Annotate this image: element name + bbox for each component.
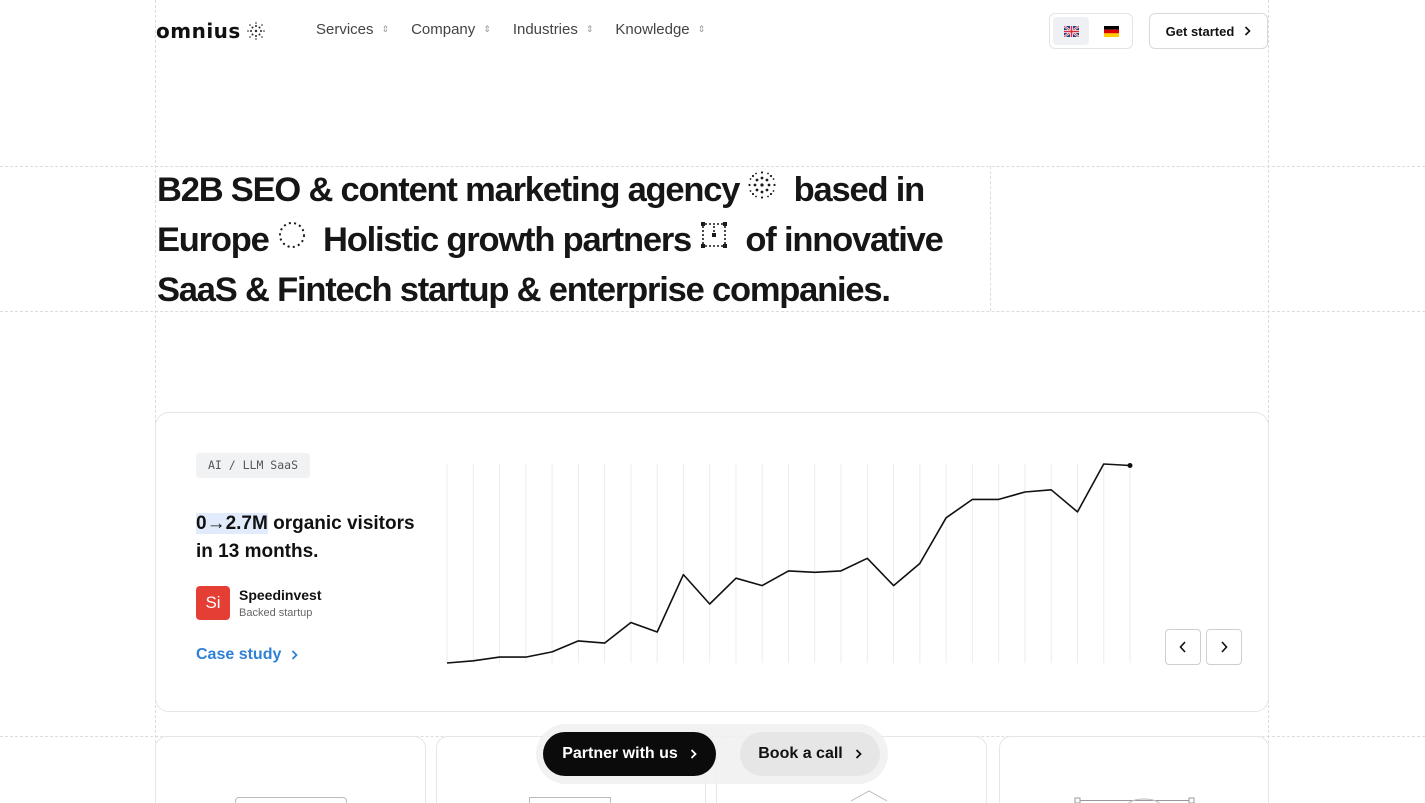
language-switcher [1049, 13, 1133, 49]
nav-label: Company [411, 21, 476, 38]
get-started-button[interactable]: Get started [1149, 13, 1268, 49]
service-card[interactable] [155, 736, 426, 803]
nav-industries[interactable]: Industries ⇕ [513, 21, 594, 38]
category-tag: AI / LLM SaaS [196, 453, 311, 478]
hero-headline: B2B SEO & content marketing agency based… [157, 166, 987, 314]
hero-part-1: B2B SEO & content marketing agency [157, 171, 740, 209]
uk-flag-icon [1063, 25, 1079, 37]
chart-point [1127, 462, 1133, 468]
chevron-updown-icon: ⇕ [483, 24, 491, 34]
selection-illustration [1074, 797, 1195, 803]
card-illustration [235, 797, 347, 803]
company-subtitle: Backed startup [239, 607, 313, 619]
chevron-right-icon [690, 749, 697, 759]
chevron-right-icon [292, 650, 299, 660]
company-info: Si Speedinvest Backed startup [196, 586, 321, 620]
book-call-label: Book a call [758, 745, 843, 762]
chevron-right-icon [1245, 26, 1251, 36]
dotted-sphere-icon [247, 22, 265, 40]
chevron-left-icon [1179, 641, 1186, 653]
lang-de-button[interactable] [1093, 17, 1129, 45]
chevron-updown-icon: ⇕ [697, 24, 706, 34]
company-name: Speedinvest [239, 587, 322, 603]
partner-with-us-button[interactable]: Partner with us [543, 732, 716, 776]
case-study-link[interactable]: Case study [196, 646, 299, 664]
main-nav: Services ⇕ Company ⇕ Industries ⇕ Knowle… [316, 21, 705, 38]
chevron-updown-icon: ⇕ [585, 24, 594, 34]
prev-slide-button[interactable] [1165, 629, 1201, 665]
hero-part-3: Holistic growth partners [314, 220, 692, 259]
growth-chart [446, 462, 1133, 664]
dotted-circle-icon [277, 215, 307, 263]
logo[interactable]: omnius [156, 19, 265, 43]
chevron-right-icon [855, 749, 862, 759]
guide-line [990, 166, 991, 311]
nav-label: Services [316, 21, 374, 38]
nav-label: Industries [512, 21, 578, 38]
company-logo: Si [196, 586, 230, 620]
service-card[interactable] [999, 736, 1269, 803]
nav-company[interactable]: Company ⇕ [411, 21, 491, 38]
book-a-call-button[interactable]: Book a call [740, 732, 880, 776]
case-stat: 0→2.7M organic visitors in 13 months. [196, 510, 436, 566]
card-illustration [529, 797, 611, 803]
nav-services[interactable]: Services ⇕ [316, 21, 389, 38]
chevron-right-icon [1221, 641, 1228, 653]
germany-flag-icon [1103, 25, 1119, 37]
nav-knowledge[interactable]: Knowledge ⇕ [615, 21, 705, 38]
logo-text: omnius [156, 19, 241, 43]
chevron-updown-icon: ⇕ [381, 24, 390, 34]
lang-en-button[interactable] [1053, 17, 1089, 45]
nav-label: Knowledge [615, 21, 690, 38]
get-started-label: Get started [1165, 23, 1235, 39]
next-slide-button[interactable] [1206, 629, 1242, 665]
dotted-sphere-icon [747, 165, 777, 213]
dotted-frame-icon [699, 215, 729, 263]
case-study-label: Case study [196, 646, 282, 663]
stat-highlight: 0→2.7M [196, 513, 268, 534]
partner-label: Partner with us [562, 745, 678, 762]
cube-illustration [850, 790, 888, 802]
